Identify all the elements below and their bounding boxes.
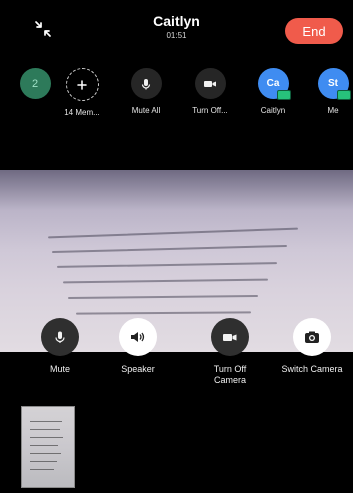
self-video-preview[interactable]: [21, 406, 75, 488]
mute-all-label: Mute All: [131, 106, 161, 115]
avatar: Ca: [257, 68, 291, 100]
plus-icon: [65, 68, 99, 101]
participant-count-badge: 2: [19, 68, 51, 99]
preview-text-line: [30, 421, 62, 422]
avatar: St: [317, 68, 351, 100]
participant-caitlyn[interactable]: Ca Caitlyn: [243, 68, 303, 115]
speaker-label: Speaker: [121, 364, 155, 374]
preview-text-line: [30, 429, 60, 430]
add-members-label: 14 Mem...: [64, 108, 100, 117]
preview-text-line: [30, 437, 63, 438]
speaker-button[interactable]: Speaker: [98, 318, 178, 375]
video-camera-icon: [194, 68, 226, 99]
microphone-icon: [41, 318, 79, 356]
preview-text-line: [30, 445, 58, 446]
camera-on-icon: [336, 90, 351, 100]
preview-text-line: [30, 453, 61, 454]
document-text-line: [62, 278, 269, 284]
turn-off-camera-label: Turn Off Camera: [213, 364, 247, 385]
preview-text-line: [30, 461, 57, 462]
speaker-icon: [119, 318, 157, 356]
add-members-item[interactable]: 14 Mem...: [52, 68, 112, 117]
end-call-button[interactable]: End: [285, 18, 343, 44]
mute-button[interactable]: Mute: [20, 318, 100, 375]
participant-me-label: Me: [327, 106, 339, 115]
document-text-line: [56, 262, 278, 268]
turn-off-video-item[interactable]: Turn Off...: [180, 68, 240, 115]
participant-caitlyn-label: Caitlyn: [260, 106, 286, 115]
turn-off-video-label: Turn Off...: [192, 106, 228, 115]
participant-strip: 2 14 Mem... Mute All Turn Off... Ca Cait…: [0, 60, 353, 130]
mute-label: Mute: [49, 364, 70, 374]
participant-me[interactable]: St Me: [303, 68, 353, 115]
document-text-line: [75, 311, 252, 315]
switch-camera-button[interactable]: Switch Camera: [272, 318, 352, 375]
microphone-icon: [130, 68, 162, 99]
switch-camera-label: Switch Camera: [281, 364, 343, 374]
camera-icon: [293, 318, 331, 356]
mute-all-item[interactable]: Mute All: [116, 68, 176, 115]
document-text-line: [52, 244, 287, 254]
top-bar: Caitlyn 01:51 End: [0, 0, 353, 48]
call-controls: Mute Speaker Turn Off Camera Switch Came…: [0, 318, 353, 398]
document-text-line: [67, 295, 259, 299]
camera-on-icon: [276, 90, 291, 100]
preview-text-line: [30, 469, 54, 470]
turn-off-camera-button[interactable]: Turn Off Camera: [190, 318, 270, 386]
video-camera-icon: [211, 318, 249, 356]
document-text-line: [48, 227, 298, 239]
